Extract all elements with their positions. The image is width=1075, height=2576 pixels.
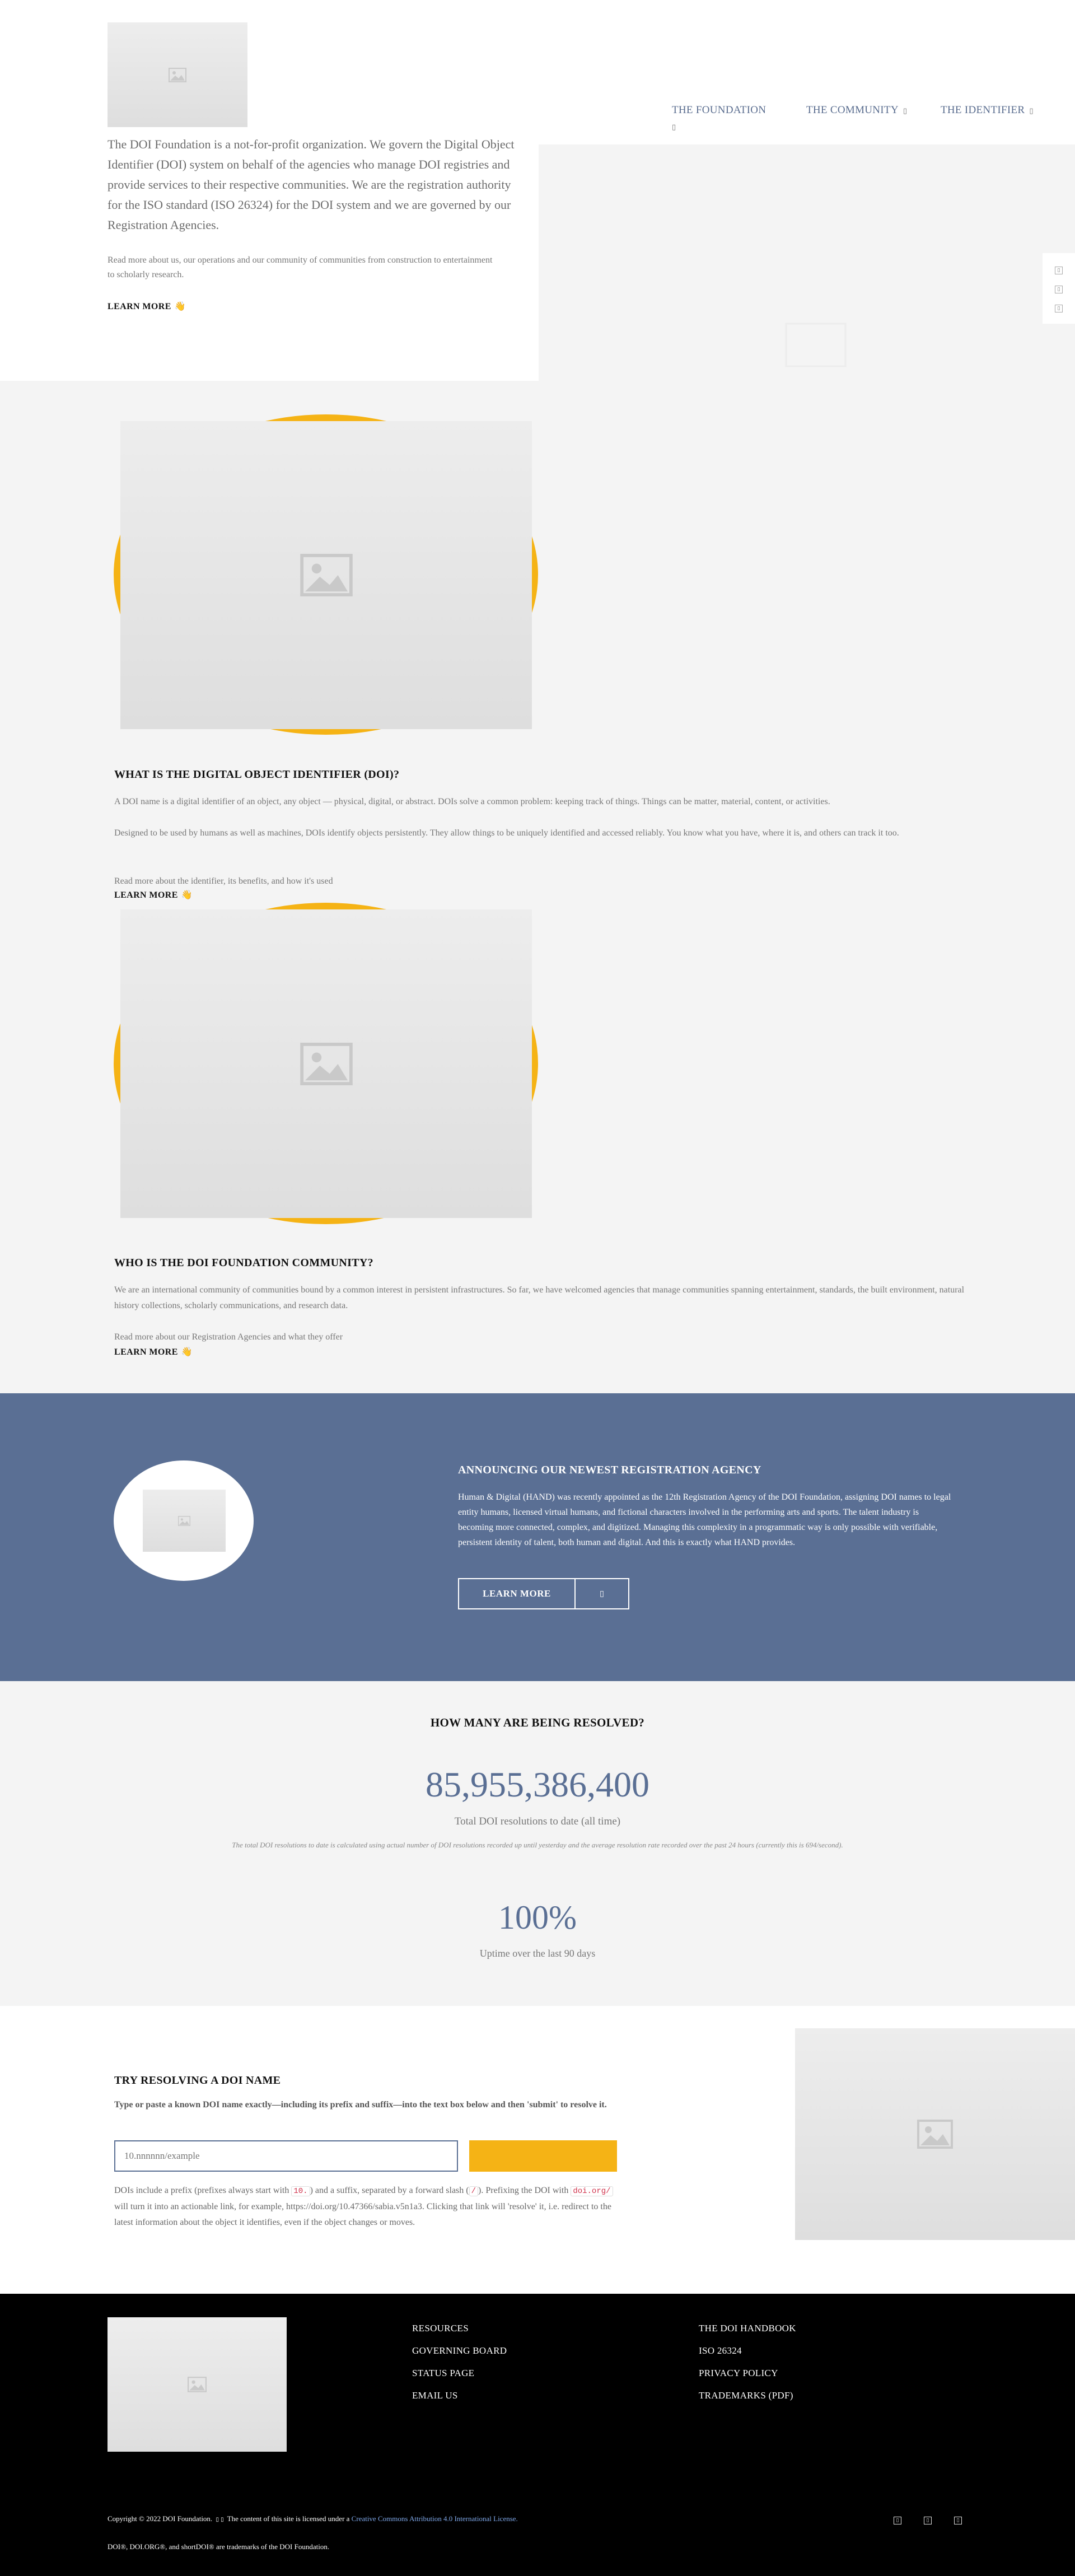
nav-item-foundation-dropdown[interactable]: ▯	[672, 122, 676, 132]
license-text: The content of this site is licensed und…	[227, 2514, 350, 2523]
nav-link-identifier[interactable]: THE IDENTIFIER	[941, 104, 1025, 116]
social-icon[interactable]: ▯	[1055, 305, 1063, 312]
identifier-section-title: WHAT IS THE DIGITAL OBJECT IDENTIFIER (D…	[114, 768, 400, 781]
external-link-icon[interactable]: ▯	[576, 1579, 628, 1608]
footer-link-email-us[interactable]: EMAIL US	[412, 2390, 458, 2401]
footer-link-trademarks[interactable]: TRADEMARKS (PDF)	[699, 2390, 793, 2401]
trademark-notice: DOI®, DOI.ORG®, and shortDOI® are tradem…	[108, 2542, 330, 2551]
explain-text: DOIs include a prefix (prefixes always s…	[114, 2186, 292, 2195]
cc-icon: ▯ ▯	[216, 2517, 224, 2523]
social-icon[interactable]: ▯	[894, 2517, 901, 2524]
footer-link-handbook[interactable]: THE DOI HANDBOOK	[699, 2323, 796, 2334]
uptime-value: 100%	[498, 1899, 577, 1936]
nav-item-community[interactable]: THE COMMUNITY ▯	[806, 104, 907, 116]
uptime-label: Uptime over the last 90 days	[479, 1948, 596, 1959]
footer-link-iso[interactable]: ISO 26324	[699, 2345, 742, 2356]
resolver-image	[795, 2028, 1075, 2240]
social-sidebar: ▯ ▯ ▯	[1043, 253, 1075, 324]
chevron-down-icon[interactable]: ▯	[1029, 106, 1033, 115]
explain-text: ) and a suffix, separated by a forward s…	[310, 2186, 469, 2195]
learn-more-label[interactable]: LEARN MORE	[114, 890, 178, 900]
nav-link-community[interactable]: THE COMMUNITY	[806, 104, 899, 116]
copyright-notice: Copyright © 2022 DOI Foundation. ▯ ▯ The…	[108, 2514, 518, 2523]
social-icon[interactable]: ▯	[954, 2517, 962, 2524]
chevron-down-icon[interactable]: ▯	[903, 106, 907, 115]
announcement-title: ANNOUNCING OUR NEWEST REGISTRATION AGENC…	[458, 1464, 761, 1476]
code-slash: /	[469, 2186, 479, 2196]
hero-sub-text: Read more about us, our operations and o…	[108, 255, 493, 279]
community-learn-more-link[interactable]: LEARN MORE 👋	[114, 1346, 193, 1357]
announcement-learn-more-button[interactable]: LEARN MORE ▯	[458, 1578, 629, 1609]
total-resolutions-value: 85,955,386,400	[426, 1765, 649, 1804]
footer-link-status-page[interactable]: STATUS PAGE	[412, 2368, 474, 2379]
identifier-paragraph-3: Read more about the identifier, its bene…	[114, 876, 333, 886]
image-placeholder-icon	[188, 2377, 207, 2392]
footer-link-resources[interactable]: RESOURCES	[412, 2323, 469, 2334]
identifier-paragraph-2: Designed to be used by humans as well as…	[114, 828, 899, 838]
image-placeholder-icon	[169, 67, 186, 82]
hero-banner-image	[539, 144, 1075, 381]
learn-more-label[interactable]: LEARN MORE	[108, 302, 171, 311]
doi-name-input[interactable]	[114, 2140, 458, 2172]
footer-link-privacy[interactable]: PRIVACY POLICY	[699, 2368, 778, 2379]
license-link[interactable]: Creative Commons Attribution 4.0 Interna…	[352, 2514, 518, 2523]
learn-more-label[interactable]: LEARN MORE	[114, 1347, 178, 1357]
agency-logo	[143, 1490, 226, 1552]
nav-item-foundation[interactable]: THE FOUNDATION	[672, 104, 766, 116]
footer-logo[interactable]	[108, 2317, 287, 2452]
community-section-title: WHO IS THE DOI FOUNDATION COMMUNITY?	[114, 1257, 373, 1269]
identifier-paragraph-1: A DOI name is a digital identifier of an…	[114, 797, 830, 806]
submit-button[interactable]	[469, 2140, 617, 2172]
stats-title: HOW MANY ARE BEING RESOLVED?	[430, 1716, 645, 1729]
identifier-learn-more-link[interactable]: LEARN MORE 👋	[114, 889, 193, 900]
social-icon[interactable]: ▯	[1055, 267, 1063, 274]
hand-wave-icon: 👋	[174, 302, 186, 311]
agency-logo-frame	[114, 1460, 254, 1581]
social-icon[interactable]: ▯	[1055, 286, 1063, 293]
community-paragraph-1: We are an international community of com…	[114, 1285, 965, 1310]
nav-link-foundation[interactable]: THE FOUNDATION	[672, 104, 766, 116]
resolver-explanation: DOIs include a prefix (prefixes always s…	[114, 2183, 618, 2230]
hero-learn-more-link[interactable]: LEARN MORE 👋	[108, 301, 186, 312]
image-placeholder-icon	[917, 2120, 953, 2149]
copyright-text: Copyright © 2022 DOI Foundation.	[108, 2514, 213, 2523]
total-resolutions-label: Total DOI resolutions to date (all time)	[454, 1816, 621, 1827]
explain-text: will turn it into an actionable link, fo…	[114, 2202, 611, 2227]
explain-text: ). Prefixing the DOI with	[478, 2186, 571, 2195]
hand-wave-icon: 👋	[181, 890, 193, 900]
code-prefix: 10.	[291, 2186, 310, 2196]
announcement-body: Human & Digital (HAND) was recently appo…	[458, 1492, 951, 1547]
chevron-down-icon[interactable]: ▯	[672, 123, 676, 131]
hero-lead-text: The DOI Foundation is a not-for-profit o…	[108, 137, 515, 232]
nav-item-identifier[interactable]: THE IDENTIFIER ▯	[941, 104, 1034, 116]
image-placeholder-icon	[300, 554, 353, 596]
code-doiorg: doi.org/	[571, 2186, 613, 2196]
announcement-button-label[interactable]: LEARN MORE	[459, 1579, 576, 1608]
resolver-instructions: Type or paste a known DOI name exactly—i…	[114, 2100, 607, 2110]
doi-foundation-logo[interactable]	[108, 22, 247, 127]
image-placeholder-icon	[300, 1042, 353, 1085]
social-icon[interactable]: ▯	[924, 2517, 932, 2524]
image-placeholder-icon	[178, 1515, 190, 1526]
resolver-title: TRY RESOLVING A DOI NAME	[114, 2074, 281, 2087]
identifier-image	[120, 421, 532, 729]
hand-wave-icon: 👋	[181, 1347, 193, 1357]
community-paragraph-2: Read more about our Registration Agencie…	[114, 1332, 343, 1342]
image-placeholder-icon	[785, 323, 847, 367]
total-resolutions-note: The total DOI resolutions to date is cal…	[232, 1841, 843, 1849]
footer-link-governing-board[interactable]: GOVERNING BOARD	[412, 2345, 507, 2356]
community-image	[120, 909, 532, 1218]
